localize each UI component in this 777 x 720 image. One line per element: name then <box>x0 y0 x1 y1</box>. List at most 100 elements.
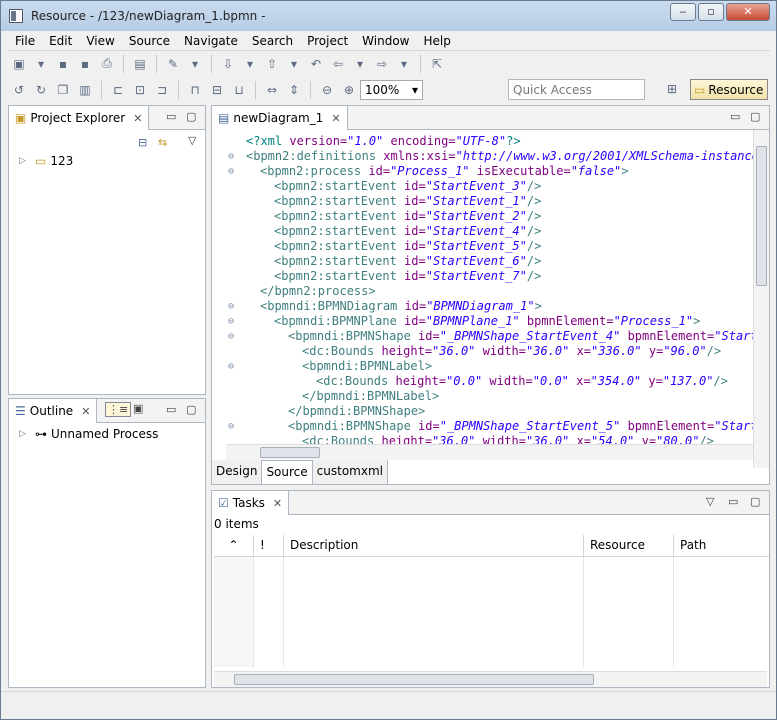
code-line: <bpmn2:startEvent id="StartEvent_5"/> <box>274 239 542 253</box>
match-height-icon[interactable]: ⇕ <box>286 82 302 98</box>
align-top-icon[interactable]: ⊓ <box>187 82 203 98</box>
resource-perspective-button[interactable]: ▭ Resource <box>690 79 768 100</box>
tab-source[interactable]: Source <box>262 460 313 484</box>
undo-icon[interactable]: ↺ <box>11 82 27 98</box>
minimize-icon[interactable]: ▭ <box>730 110 740 123</box>
vertical-scrollbar[interactable] <box>753 130 769 468</box>
priority-column-header[interactable]: ! <box>254 535 284 557</box>
chevron-down-icon: ▾ <box>411 82 418 97</box>
maximize-icon[interactable]: ▢ <box>186 110 196 123</box>
close-icon[interactable]: ✕ <box>273 497 282 510</box>
collapse-all-icon[interactable]: ⊟ <box>138 136 147 149</box>
pin-editor-icon[interactable]: ⇱ <box>429 56 445 72</box>
tab-tasks[interactable]: ☑ Tasks ✕ <box>212 491 290 515</box>
dropdown-arrow-icon[interactable]: ▾ <box>33 56 49 72</box>
view-menu-icon[interactable]: ▽ <box>706 495 714 508</box>
close-icon[interactable]: ✕ <box>331 112 340 125</box>
match-width-icon[interactable]: ⇔ <box>264 82 280 98</box>
open-type-icon[interactable]: ▤ <box>132 56 148 72</box>
sort-column-header[interactable]: ⌃ <box>214 535 254 557</box>
minimize-button[interactable]: ‒ <box>670 3 696 21</box>
previous-annotation-icon[interactable]: ⇧ <box>264 56 280 72</box>
description-column-header[interactable]: Description <box>284 535 584 557</box>
dropdown-arrow-icon[interactable]: ▾ <box>352 56 368 72</box>
source-code-view[interactable]: <?xml version="1.0" encoding="UTF-8"?> ⊖ <… <box>226 130 753 468</box>
overview-icon[interactable]: ▣ <box>133 402 143 415</box>
dropdown-arrow-icon[interactable]: ▾ <box>396 56 412 72</box>
menu-file[interactable]: File <box>8 34 42 48</box>
fold-toggle-icon[interactable]: ⊖ <box>228 299 238 314</box>
tasks-table[interactable]: ⌃ ! Description Resource Path <box>214 535 769 667</box>
paste-icon[interactable]: ▥ <box>77 82 93 98</box>
menu-project[interactable]: Project <box>300 34 355 48</box>
fold-toggle-icon[interactable]: ⊖ <box>228 314 238 329</box>
menu-edit[interactable]: Edit <box>42 34 79 48</box>
forward-icon[interactable]: ⇨ <box>374 56 390 72</box>
menu-search[interactable]: Search <box>245 34 300 48</box>
align-center-icon[interactable]: ⊡ <box>132 82 148 98</box>
menu-view[interactable]: View <box>79 34 121 48</box>
menu-help[interactable]: Help <box>417 34 458 48</box>
fold-toggle-icon[interactable]: ⊖ <box>228 329 238 344</box>
maximize-icon[interactable]: ▢ <box>186 403 196 416</box>
dropdown-arrow-icon[interactable]: ▾ <box>187 56 203 72</box>
tab-outline[interactable]: ☰ Outline ✕ <box>9 399 98 423</box>
horizontal-scrollbar[interactable] <box>214 671 767 687</box>
code-line: </bpmndi:BPMNLabel> <box>302 389 440 403</box>
tasks-count: 0 items <box>214 517 259 531</box>
open-perspective-icon[interactable]: ⊞ <box>664 81 680 97</box>
expand-icon[interactable]: ▷ <box>19 429 31 439</box>
menu-navigate[interactable]: Navigate <box>177 34 245 48</box>
close-button[interactable]: ✕ <box>726 3 770 21</box>
minimize-icon[interactable]: ▭ <box>728 495 738 508</box>
tab-project-explorer[interactable]: ▣ Project Explorer ✕ <box>9 106 150 130</box>
tree-item[interactable]: ▷ ▭ 123 <box>19 154 73 168</box>
resource-column-header[interactable]: Resource <box>584 535 674 557</box>
close-icon[interactable]: ✕ <box>81 405 90 418</box>
zoom-out-icon[interactable]: ⊖ <box>319 82 335 98</box>
tab-newdiagram[interactable]: ▤ newDiagram_1 ✕ <box>212 106 348 130</box>
align-middle-icon[interactable]: ⊟ <box>209 82 225 98</box>
align-bottom-icon[interactable]: ⊔ <box>231 82 247 98</box>
dropdown-arrow-icon[interactable]: ▾ <box>286 56 302 72</box>
outline-view-icon[interactable]: ⋮≡ <box>105 402 132 417</box>
zoom-in-icon[interactable]: ⊕ <box>341 82 357 98</box>
new-icon[interactable]: ▣ <box>11 56 27 72</box>
fold-toggle-icon[interactable]: ⊖ <box>228 419 238 434</box>
code-line: <dc:Bounds height="36.0" width="36.0" x=… <box>302 344 722 358</box>
last-edit-icon[interactable]: ↶ <box>308 56 324 72</box>
redo-icon[interactable]: ↻ <box>33 82 49 98</box>
tasks-icon: ☑ <box>218 496 229 510</box>
print-icon[interactable]: ⎙ <box>99 56 115 72</box>
tree-item[interactable]: ▷ ⊶ Unnamed Process <box>19 427 158 441</box>
save-all-icon[interactable]: ▪ <box>77 56 93 72</box>
minimize-icon[interactable]: ▭ <box>166 110 176 123</box>
expand-icon[interactable]: ▷ <box>19 156 31 166</box>
fold-toggle-icon[interactable]: ⊖ <box>228 149 238 164</box>
maximize-button[interactable]: ▫ <box>698 3 724 21</box>
fold-toggle-icon[interactable]: ⊖ <box>228 164 238 179</box>
next-annotation-icon[interactable]: ⇩ <box>220 56 236 72</box>
view-menu-icon[interactable]: ▽ <box>188 134 196 147</box>
align-left-icon[interactable]: ⊏ <box>110 82 126 98</box>
minimize-icon[interactable]: ▭ <box>166 403 176 416</box>
horizontal-scrollbar[interactable] <box>226 444 753 460</box>
maximize-icon[interactable]: ▢ <box>750 110 760 123</box>
zoom-select[interactable]: 100% ▾ <box>360 79 423 100</box>
link-with-editor-icon[interactable]: ⇆ <box>158 136 167 149</box>
tab-customxml[interactable]: customxml <box>312 460 388 484</box>
menu-window[interactable]: Window <box>355 34 416 48</box>
fold-toggle-icon[interactable]: ⊖ <box>228 359 238 374</box>
run-icon[interactable]: ✎ <box>165 56 181 72</box>
close-icon[interactable]: ✕ <box>133 112 142 125</box>
maximize-icon[interactable]: ▢ <box>750 495 760 508</box>
copy-icon[interactable]: ❐ <box>55 82 71 98</box>
quick-access-input[interactable]: Quick Access <box>508 79 645 100</box>
menu-source[interactable]: Source <box>122 34 177 48</box>
save-icon[interactable]: ▪ <box>55 56 71 72</box>
tab-design[interactable]: Design <box>212 460 263 484</box>
path-column-header[interactable]: Path <box>674 535 769 557</box>
dropdown-arrow-icon[interactable]: ▾ <box>242 56 258 72</box>
align-right-icon[interactable]: ⊐ <box>154 82 170 98</box>
back-icon[interactable]: ⇦ <box>330 56 346 72</box>
